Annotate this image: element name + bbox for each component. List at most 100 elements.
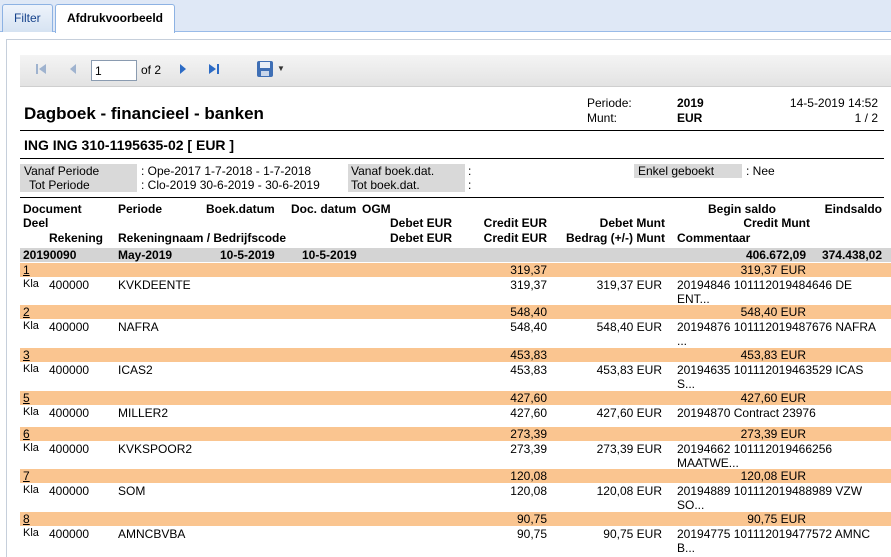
line-rekening: 400000 — [49, 527, 90, 541]
page-number-input[interactable] — [91, 60, 137, 81]
line-rekening: 400000 — [49, 484, 90, 498]
header-credit-eur: Credit EUR — [483, 216, 547, 230]
deel-number-link[interactable]: 7 — [23, 469, 30, 483]
vanaf-periode-label: Vanaf Periode — [24, 164, 100, 178]
vanaf-boekdat-label: Vanaf boek.dat. — [351, 164, 435, 178]
line-bedrag-munt: 453,83 EUR — [596, 363, 662, 377]
deel-number-link[interactable]: 3 — [23, 348, 30, 362]
tab-afdrukvoorbeeld-label: Afdrukvoorbeeld — [67, 11, 164, 25]
line-credit-eur: 319,37 — [510, 278, 547, 292]
header-credit-munt: Credit Munt — [743, 216, 810, 230]
previous-page-icon[interactable] — [64, 62, 82, 80]
summary-periode: May-2019 — [118, 248, 173, 262]
deel-credit-eur: 273,39 — [510, 427, 547, 441]
header-credit-eur-2: Credit EUR — [483, 231, 547, 245]
line-commentaar: 20194775 101112019477572 AMNC — [677, 527, 871, 541]
line-rekening: 400000 — [49, 320, 90, 334]
line-type: Kla — [23, 278, 39, 290]
tot-periode-value: : Clo-2019 30-6-2019 - 30-6-2019 — [141, 178, 320, 192]
next-page-icon[interactable] — [174, 62, 192, 80]
line-commentaar: 20194870 Contract 23976 — [677, 406, 816, 420]
line-type: Kla — [23, 363, 39, 375]
line-credit-eur: 120,08 — [510, 484, 547, 498]
line-rekening: 400000 — [49, 363, 90, 377]
deel-credit-munt: 548,40 EUR — [740, 305, 806, 319]
deel-credit-eur: 319,37 — [510, 263, 547, 277]
line-rekeningnaam: AMNCBVBA — [118, 527, 186, 541]
header-document: Document — [23, 202, 82, 216]
deel-credit-munt: 120,08 EUR — [740, 469, 806, 483]
enkel-geboekt-value: : Nee — [746, 164, 775, 178]
divider — [20, 197, 884, 198]
line-rekening: 400000 — [49, 442, 90, 456]
summary-eindsaldo: 374.438,02 — [821, 248, 882, 262]
tot-boekdat-label: Tot boek.dat. — [351, 178, 420, 192]
line-credit-eur: 548,40 — [510, 320, 547, 334]
deel-credit-munt: 453,83 EUR — [740, 348, 806, 362]
header-debet-eur: Debet EUR — [389, 216, 452, 230]
last-page-icon[interactable] — [205, 62, 223, 80]
report-datetime: 14-5-2019 14:52 — [789, 96, 878, 110]
tot-boekdat-value: : — [468, 178, 472, 192]
line-commentaar-cont: S... — [677, 377, 696, 391]
deel-credit-eur: 453,83 — [510, 348, 547, 362]
deel-number-link[interactable]: 6 — [23, 427, 30, 441]
line-commentaar-cont: B... — [677, 541, 696, 555]
tab-filter[interactable]: Filter — [2, 4, 53, 32]
tab-bar: Filter Afdrukvoorbeeld — [0, 0, 891, 33]
line-rekeningnaam: KVKSPOOR2 — [118, 442, 193, 456]
header-deel: Deel — [23, 216, 49, 230]
export-save-icon[interactable] — [256, 60, 274, 78]
header-periode: Periode — [118, 202, 163, 216]
vanaf-periode-value: : Ope-2017 1-7-2018 - 1-7-2018 — [141, 164, 312, 178]
header-boekdatum: Boek.datum — [206, 202, 275, 216]
header-eindsaldo: Eindsaldo — [824, 202, 882, 216]
line-type: Kla — [23, 406, 39, 418]
deel-credit-munt: 90,75 EUR — [747, 512, 806, 526]
header-rekeningnaam: Rekeningnaam / Bedrijfscode — [118, 231, 287, 245]
deel-credit-eur: 548,40 — [510, 305, 547, 319]
summary-document[interactable]: 20190090 — [23, 248, 76, 262]
line-credit-eur: 90,75 — [516, 527, 547, 541]
periode-value: 2019 — [677, 96, 704, 110]
line-commentaar: 20194635 101112019463529 ICAS — [677, 363, 864, 377]
line-bedrag-munt: 273,39 EUR — [596, 442, 662, 456]
header-debet-munt: Debet Munt — [599, 216, 665, 230]
deel-number-link[interactable]: 8 — [23, 512, 30, 526]
line-type: Kla — [23, 320, 39, 332]
report-title: Dagboek - financieel - banken — [24, 104, 264, 123]
line-credit-eur: 273,39 — [510, 442, 547, 456]
page-count-label: of 2 — [141, 63, 162, 77]
line-commentaar-cont: MAATWE... — [677, 456, 739, 470]
deel-number-link[interactable]: 5 — [23, 391, 30, 405]
report-toolbar: of 2 ▼ — [20, 55, 891, 87]
vanaf-boekdat-value: : — [468, 164, 472, 178]
line-commentaar: 20194889 101112019488989 VZW — [677, 484, 863, 498]
divider — [20, 158, 884, 159]
first-page-icon[interactable] — [32, 62, 50, 80]
line-rekeningnaam: KVKDEENTE — [118, 278, 191, 292]
deel-credit-eur: 90,75 — [516, 512, 547, 526]
line-type: Kla — [23, 527, 39, 539]
enkel-geboekt-label: Enkel geboekt — [638, 164, 715, 178]
line-commentaar-cont: ... — [677, 334, 688, 348]
line-commentaar-cont: ENT... — [677, 292, 710, 306]
line-credit-eur: 427,60 — [510, 406, 547, 420]
line-type: Kla — [23, 484, 39, 496]
deel-number-link[interactable]: 2 — [23, 305, 30, 319]
deel-credit-eur: 120,08 — [510, 469, 547, 483]
export-dropdown-icon[interactable]: ▼ — [277, 64, 285, 73]
line-rekeningnaam: MILLER2 — [118, 406, 169, 420]
tab-afdrukvoorbeeld[interactable]: Afdrukvoorbeeld — [55, 4, 176, 33]
line-rekening: 400000 — [49, 278, 90, 292]
header-beginsaldo: Begin saldo — [708, 202, 777, 216]
deel-credit-munt: 427,60 EUR — [740, 391, 806, 405]
line-bedrag-munt: 427,60 EUR — [596, 406, 662, 420]
munt-value: EUR — [677, 111, 703, 125]
deel-number-link[interactable]: 1 — [23, 263, 30, 277]
summary-boekdatum: 10-5-2019 — [220, 248, 275, 262]
line-rekeningnaam: NAFRA — [118, 320, 159, 334]
line-credit-eur: 453,83 — [510, 363, 547, 377]
deel-credit-munt: 273,39 EUR — [740, 427, 806, 441]
report-pages: 1 / 2 — [854, 111, 878, 125]
